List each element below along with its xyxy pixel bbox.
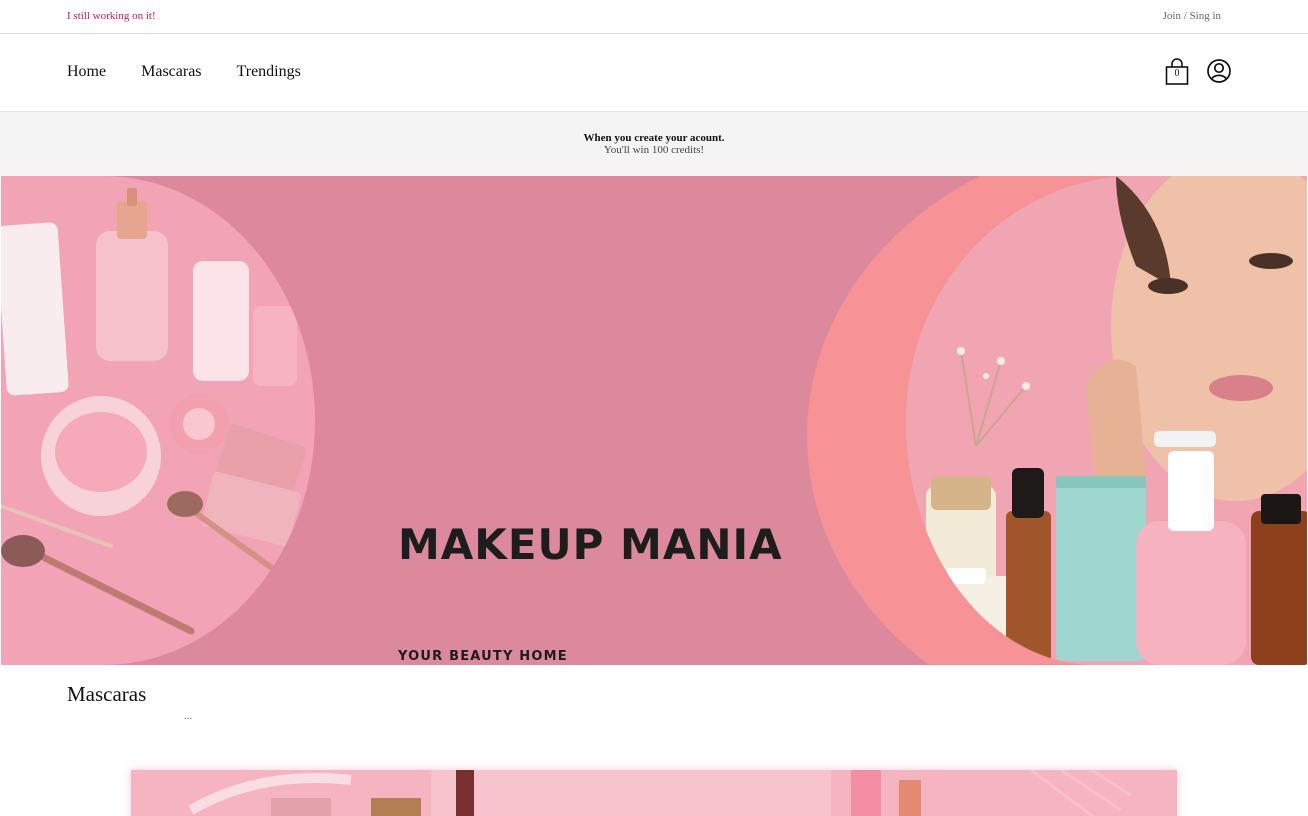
hero-banner: MAKEUP MANIA YOUR BEAUTY HOME [1,176,1307,665]
site-notice: I still working on it! [67,10,156,22]
user-account-icon [1207,59,1231,83]
main-navigation: Home Mascaras Trendings 0 [0,34,1308,112]
nav-item-home[interactable]: Home [67,63,106,81]
hero-cosmetics-image [1,176,315,665]
nav-actions: 0 [1164,58,1232,86]
mascaras-banner-image[interactable] [131,770,1177,816]
promo-banner: When you create your acount. You'll win … [0,112,1308,176]
promo-line-2: You'll win 100 credits! [603,144,705,156]
top-bar: I still working on it! Join / Sing in [0,0,1308,34]
hero-title: MAKEUP MANIA [398,520,783,569]
nav-item-mascaras[interactable]: Mascaras [141,63,201,81]
section-title: Mascaras [67,682,147,706]
nav-menu: Home Mascaras Trendings [67,63,336,81]
user-account-button[interactable] [1206,58,1232,86]
cart-button[interactable]: 0 [1164,58,1190,86]
nav-item-trendings[interactable]: Trendings [237,63,301,81]
hero-subtitle: YOUR BEAUTY HOME [398,649,568,664]
cart-count: 0 [1174,68,1180,79]
promo-line-1: When you create your acount. [583,132,725,144]
section-more-indicator: ... [184,710,193,722]
join-sign-in-link[interactable]: Join / Sing in [1163,10,1221,22]
